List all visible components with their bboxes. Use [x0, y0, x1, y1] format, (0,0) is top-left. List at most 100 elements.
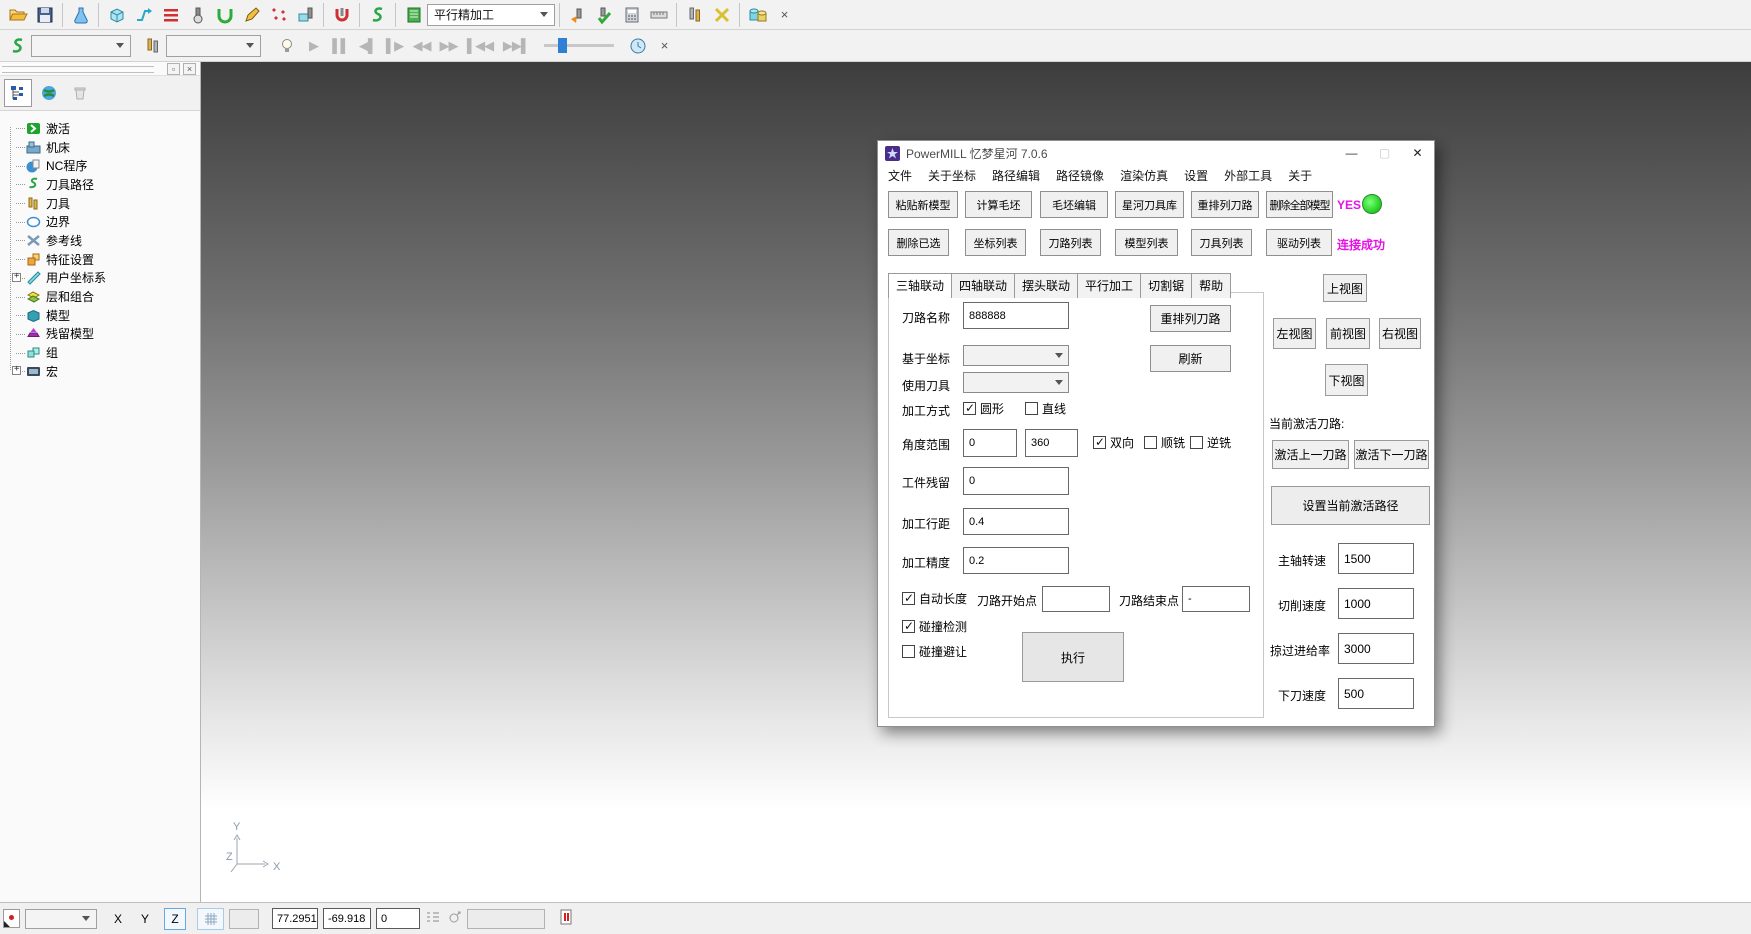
coord-y-field[interactable]: -69.918: [323, 908, 371, 929]
open-file-icon[interactable]: [4, 2, 31, 28]
menu-coords[interactable]: 关于坐标: [920, 167, 984, 184]
toolpath-name-input[interactable]: 888888: [963, 302, 1069, 329]
block-edit-button[interactable]: 毛坯编辑: [1040, 191, 1108, 218]
panel-close-icon[interactable]: ×: [183, 63, 196, 75]
menu-about[interactable]: 关于: [1280, 167, 1320, 184]
toolpath-list-button[interactable]: 刀路列表: [1040, 229, 1101, 256]
menu-render-sim[interactable]: 渲染仿真: [1112, 167, 1176, 184]
paste-new-model-button[interactable]: 粘贴新模型: [888, 191, 958, 218]
tab-3axis[interactable]: 三轴联动: [888, 273, 952, 298]
play-icon[interactable]: ▶: [300, 33, 327, 59]
strategy-list-icon[interactable]: [400, 2, 427, 28]
angle-from-input[interactable]: 0: [963, 429, 1017, 457]
create-block-icon[interactable]: [103, 2, 130, 28]
spindle-speed-input[interactable]: 1500: [1338, 543, 1414, 574]
collision-avoid-checkbox[interactable]: 碰撞避让: [902, 643, 967, 660]
tool-combobox[interactable]: [166, 35, 261, 57]
tree-item-groups[interactable]: 组: [6, 343, 200, 362]
climb-mill-checkbox[interactable]: 顺铣: [1144, 434, 1185, 451]
refresh-button[interactable]: 刷新: [1150, 345, 1231, 372]
scissors-icon[interactable]: [708, 2, 735, 28]
menu-external-tools[interactable]: 外部工具: [1216, 167, 1280, 184]
skim-feedrate-input[interactable]: 3000: [1338, 633, 1414, 664]
tree-item-stock-models[interactable]: 残留模型: [6, 325, 200, 344]
view-left-button[interactable]: 左视图: [1273, 318, 1316, 349]
axis-y-button[interactable]: Y: [137, 912, 153, 926]
pause-icon[interactable]: ▌▌: [327, 33, 354, 59]
toolbar-close-icon[interactable]: ×: [771, 2, 798, 28]
step-forward-icon[interactable]: ▌▶: [381, 33, 408, 59]
tab-help[interactable]: 帮助: [1191, 273, 1231, 298]
coord-x-field[interactable]: 77.2951: [272, 908, 318, 929]
tree-item-activate[interactable]: 激活: [6, 119, 200, 138]
base-coord-combobox[interactable]: [963, 345, 1069, 366]
tool-flash-icon[interactable]: [564, 2, 591, 28]
tree-item-patterns[interactable]: 参考线: [6, 231, 200, 250]
bidirectional-checkbox[interactable]: 双向: [1093, 434, 1134, 451]
tree-item-boundaries[interactable]: 边界: [6, 212, 200, 231]
set-active-path-button[interactable]: 设置当前激活路径: [1271, 486, 1430, 525]
workplane-tool-icon[interactable]: [292, 2, 319, 28]
delete-selected-button[interactable]: 删除已选: [888, 229, 949, 256]
rearrange-toolpath-button[interactable]: 重排列刀路: [1150, 305, 1231, 332]
minimize-icon[interactable]: —: [1335, 141, 1368, 165]
fast-forward-icon[interactable]: ▶▶: [435, 33, 462, 59]
z-levels-icon[interactable]: [157, 2, 184, 28]
end-point-input[interactable]: -: [1182, 586, 1250, 612]
line-checkbox[interactable]: 直线: [1025, 400, 1066, 417]
tree-item-macros[interactable]: 宏: [6, 362, 200, 381]
auto-length-checkbox[interactable]: 自动长度: [902, 590, 967, 607]
tree-item-nc-programs[interactable]: NC程序: [6, 156, 200, 175]
tab-saw[interactable]: 切割锯: [1140, 273, 1192, 298]
point-picker-icon[interactable]: [3, 909, 20, 928]
powermill-plugin-dialog[interactable]: PowerMILL 忆梦星河 7.0.6 — ▢ ✕ 文件 关于坐标 路径编辑 …: [877, 140, 1435, 727]
menu-file[interactable]: 文件: [880, 167, 920, 184]
tree-item-levels-sets[interactable]: 层和组合: [6, 287, 200, 306]
menu-path-edit[interactable]: 路径编辑: [984, 167, 1048, 184]
stock-allowance-input[interactable]: 0: [963, 467, 1069, 495]
coord-list-button[interactable]: 坐标列表: [965, 229, 1026, 256]
go-to-end-icon[interactable]: ▶▶▌: [498, 33, 534, 59]
angle-to-input[interactable]: 360: [1025, 429, 1078, 457]
tree-item-models[interactable]: 模型: [6, 306, 200, 325]
pick-mode-combobox[interactable]: [25, 909, 97, 929]
axis-z-button[interactable]: Z: [164, 908, 186, 930]
tool-list-button[interactable]: 刀具列表: [1191, 229, 1252, 256]
step-back-icon[interactable]: ◀▌: [354, 33, 381, 59]
tab-swivel-head[interactable]: 摆头联动: [1014, 273, 1078, 298]
grid-size-field[interactable]: [229, 909, 259, 929]
circle-checkbox[interactable]: 圆形: [963, 400, 1004, 417]
tree-item-workplanes[interactable]: 用户坐标系: [6, 269, 200, 288]
maximize-icon[interactable]: ▢: [1368, 141, 1401, 165]
view-front-button[interactable]: 前视图: [1326, 318, 1370, 349]
start-point-input[interactable]: [1042, 586, 1110, 612]
execute-button[interactable]: 执行: [1022, 632, 1124, 682]
pattern-pencil-icon[interactable]: [238, 2, 265, 28]
menu-settings[interactable]: 设置: [1176, 167, 1216, 184]
lightbulb-icon[interactable]: [273, 33, 300, 59]
locate-target-icon[interactable]: [446, 909, 462, 928]
model-list-button[interactable]: 模型列表: [1115, 229, 1178, 256]
block-beaker-icon[interactable]: [67, 2, 94, 28]
cutting-speed-input[interactable]: 1000: [1338, 588, 1414, 619]
ball-tool-icon[interactable]: [184, 2, 211, 28]
toolholder-icon[interactable]: [328, 2, 355, 28]
panel-float-icon[interactable]: ▫: [167, 63, 180, 75]
rearrange-toolpaths-button[interactable]: 重排列刀路: [1191, 191, 1259, 218]
menu-path-mirror[interactable]: 路径镜像: [1048, 167, 1112, 184]
cylinders-icon[interactable]: [744, 2, 771, 28]
strategy-combobox[interactable]: 平行精加工: [427, 4, 555, 26]
drive-list-button[interactable]: 驱动列表: [1266, 229, 1332, 256]
speed-slider[interactable]: [544, 44, 614, 47]
clock-icon[interactable]: [624, 33, 651, 59]
tree-item-toolpaths[interactable]: 刀具路径: [6, 175, 200, 194]
activate-prev-toolpath-button[interactable]: 激活上一刀路: [1272, 440, 1349, 469]
conventional-mill-checkbox[interactable]: 逆铣: [1190, 434, 1231, 451]
view-bottom-button[interactable]: 下视图: [1325, 364, 1368, 396]
tree-item-tools[interactable]: 刀具: [6, 194, 200, 213]
toolpath-connections-icon[interactable]: [130, 2, 157, 28]
pause-book-icon[interactable]: [558, 908, 576, 929]
coord-z-field[interactable]: 0: [376, 908, 420, 929]
go-to-start-icon[interactable]: ▌◀◀: [462, 33, 498, 59]
tab-recycle-bin[interactable]: [66, 79, 94, 107]
